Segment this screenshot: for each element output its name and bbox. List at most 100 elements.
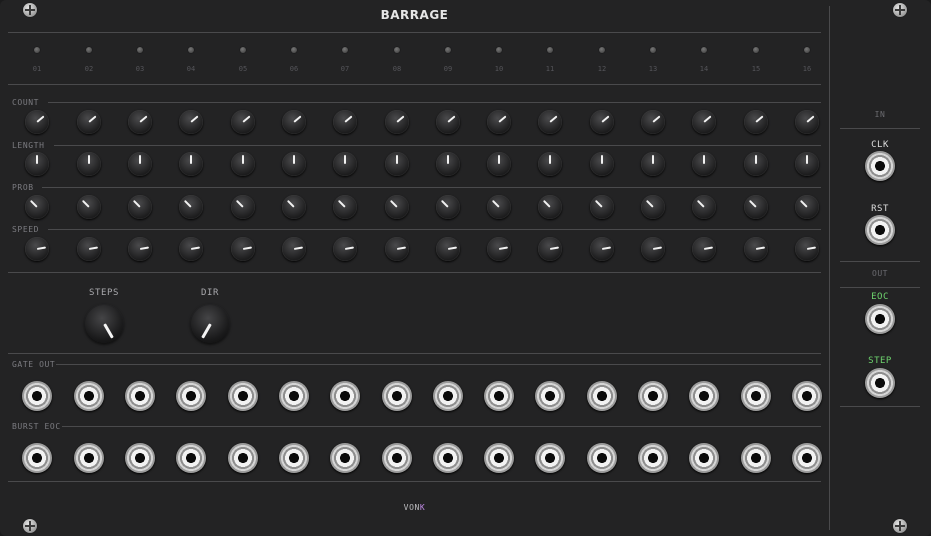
speed-knob-03[interactable] bbox=[128, 237, 152, 261]
speed-knob-15[interactable] bbox=[744, 237, 768, 261]
count-knob-09[interactable] bbox=[436, 110, 460, 134]
speed-knob-13[interactable] bbox=[641, 237, 665, 261]
burst-eoc-jack-11[interactable] bbox=[535, 443, 565, 473]
prob-knob-12[interactable] bbox=[590, 195, 614, 219]
count-knob-16[interactable] bbox=[795, 110, 819, 134]
count-knob-13[interactable] bbox=[641, 110, 665, 134]
gate-out-jack-16[interactable] bbox=[792, 381, 822, 411]
prob-knob-09[interactable] bbox=[436, 195, 460, 219]
gate-out-jack-05[interactable] bbox=[228, 381, 258, 411]
count-knob-05[interactable] bbox=[231, 110, 255, 134]
speed-knob-11[interactable] bbox=[538, 237, 562, 261]
gate-out-jack-01[interactable] bbox=[22, 381, 52, 411]
count-knob-04[interactable] bbox=[179, 110, 203, 134]
count-knob-10[interactable] bbox=[487, 110, 511, 134]
prob-knob-02[interactable] bbox=[77, 195, 101, 219]
dir-knob[interactable] bbox=[191, 305, 229, 343]
speed-knob-10[interactable] bbox=[487, 237, 511, 261]
length-knob-01[interactable] bbox=[25, 152, 49, 176]
count-knob-02[interactable] bbox=[77, 110, 101, 134]
speed-knob-14[interactable] bbox=[692, 237, 716, 261]
gate-out-jack-10[interactable] bbox=[484, 381, 514, 411]
length-knob-16[interactable] bbox=[795, 152, 819, 176]
count-knob-14[interactable] bbox=[692, 110, 716, 134]
gate-out-jack-03[interactable] bbox=[125, 381, 155, 411]
burst-eoc-jack-08[interactable] bbox=[382, 443, 412, 473]
speed-knob-07[interactable] bbox=[333, 237, 357, 261]
gate-out-jack-09[interactable] bbox=[433, 381, 463, 411]
count-knob-15[interactable] bbox=[744, 110, 768, 134]
burst-eoc-jack-01[interactable] bbox=[22, 443, 52, 473]
prob-knob-05[interactable] bbox=[231, 195, 255, 219]
prob-knob-03[interactable] bbox=[128, 195, 152, 219]
gate-out-jack-13[interactable] bbox=[638, 381, 668, 411]
gate-out-jack-04[interactable] bbox=[176, 381, 206, 411]
length-knob-09[interactable] bbox=[436, 152, 460, 176]
prob-knob-07[interactable] bbox=[333, 195, 357, 219]
prob-knob-11[interactable] bbox=[538, 195, 562, 219]
length-knob-13[interactable] bbox=[641, 152, 665, 176]
rst-input-jack[interactable] bbox=[865, 215, 895, 245]
speed-knob-16[interactable] bbox=[795, 237, 819, 261]
length-knob-14[interactable] bbox=[692, 152, 716, 176]
burst-eoc-jack-05[interactable] bbox=[228, 443, 258, 473]
prob-knob-10[interactable] bbox=[487, 195, 511, 219]
length-knob-02[interactable] bbox=[77, 152, 101, 176]
prob-knob-15[interactable] bbox=[744, 195, 768, 219]
step-output-jack[interactable] bbox=[865, 368, 895, 398]
speed-knob-04[interactable] bbox=[179, 237, 203, 261]
count-knob-08[interactable] bbox=[385, 110, 409, 134]
burst-eoc-jack-10[interactable] bbox=[484, 443, 514, 473]
speed-knob-06[interactable] bbox=[282, 237, 306, 261]
length-knob-06[interactable] bbox=[282, 152, 306, 176]
speed-knob-02[interactable] bbox=[77, 237, 101, 261]
speed-knob-01[interactable] bbox=[25, 237, 49, 261]
length-knob-05[interactable] bbox=[231, 152, 255, 176]
speed-knob-09[interactable] bbox=[436, 237, 460, 261]
prob-knob-01[interactable] bbox=[25, 195, 49, 219]
burst-eoc-jack-14[interactable] bbox=[689, 443, 719, 473]
count-knob-12[interactable] bbox=[590, 110, 614, 134]
length-knob-07[interactable] bbox=[333, 152, 357, 176]
gate-out-jack-02[interactable] bbox=[74, 381, 104, 411]
gate-out-jack-07[interactable] bbox=[330, 381, 360, 411]
burst-eoc-jack-04[interactable] bbox=[176, 443, 206, 473]
prob-knob-13[interactable] bbox=[641, 195, 665, 219]
prob-knob-08[interactable] bbox=[385, 195, 409, 219]
count-knob-03[interactable] bbox=[128, 110, 152, 134]
prob-knob-04[interactable] bbox=[179, 195, 203, 219]
speed-knob-12[interactable] bbox=[590, 237, 614, 261]
count-knob-06[interactable] bbox=[282, 110, 306, 134]
speed-knob-08[interactable] bbox=[385, 237, 409, 261]
speed-knob-05[interactable] bbox=[231, 237, 255, 261]
eoc-output-jack[interactable] bbox=[865, 304, 895, 334]
burst-eoc-jack-16[interactable] bbox=[792, 443, 822, 473]
burst-eoc-jack-12[interactable] bbox=[587, 443, 617, 473]
length-knob-10[interactable] bbox=[487, 152, 511, 176]
prob-knob-16[interactable] bbox=[795, 195, 819, 219]
burst-eoc-jack-15[interactable] bbox=[741, 443, 771, 473]
burst-eoc-jack-06[interactable] bbox=[279, 443, 309, 473]
gate-out-jack-12[interactable] bbox=[587, 381, 617, 411]
steps-knob[interactable] bbox=[85, 305, 123, 343]
burst-eoc-jack-09[interactable] bbox=[433, 443, 463, 473]
length-knob-12[interactable] bbox=[590, 152, 614, 176]
length-knob-03[interactable] bbox=[128, 152, 152, 176]
length-knob-08[interactable] bbox=[385, 152, 409, 176]
gate-out-jack-11[interactable] bbox=[535, 381, 565, 411]
clk-input-jack[interactable] bbox=[865, 151, 895, 181]
gate-out-jack-14[interactable] bbox=[689, 381, 719, 411]
length-knob-11[interactable] bbox=[538, 152, 562, 176]
gate-out-jack-06[interactable] bbox=[279, 381, 309, 411]
count-knob-07[interactable] bbox=[333, 110, 357, 134]
burst-eoc-jack-13[interactable] bbox=[638, 443, 668, 473]
prob-knob-14[interactable] bbox=[692, 195, 716, 219]
burst-eoc-jack-02[interactable] bbox=[74, 443, 104, 473]
burst-eoc-jack-07[interactable] bbox=[330, 443, 360, 473]
length-knob-15[interactable] bbox=[744, 152, 768, 176]
count-knob-11[interactable] bbox=[538, 110, 562, 134]
prob-knob-06[interactable] bbox=[282, 195, 306, 219]
gate-out-jack-08[interactable] bbox=[382, 381, 412, 411]
length-knob-04[interactable] bbox=[179, 152, 203, 176]
gate-out-jack-15[interactable] bbox=[741, 381, 771, 411]
